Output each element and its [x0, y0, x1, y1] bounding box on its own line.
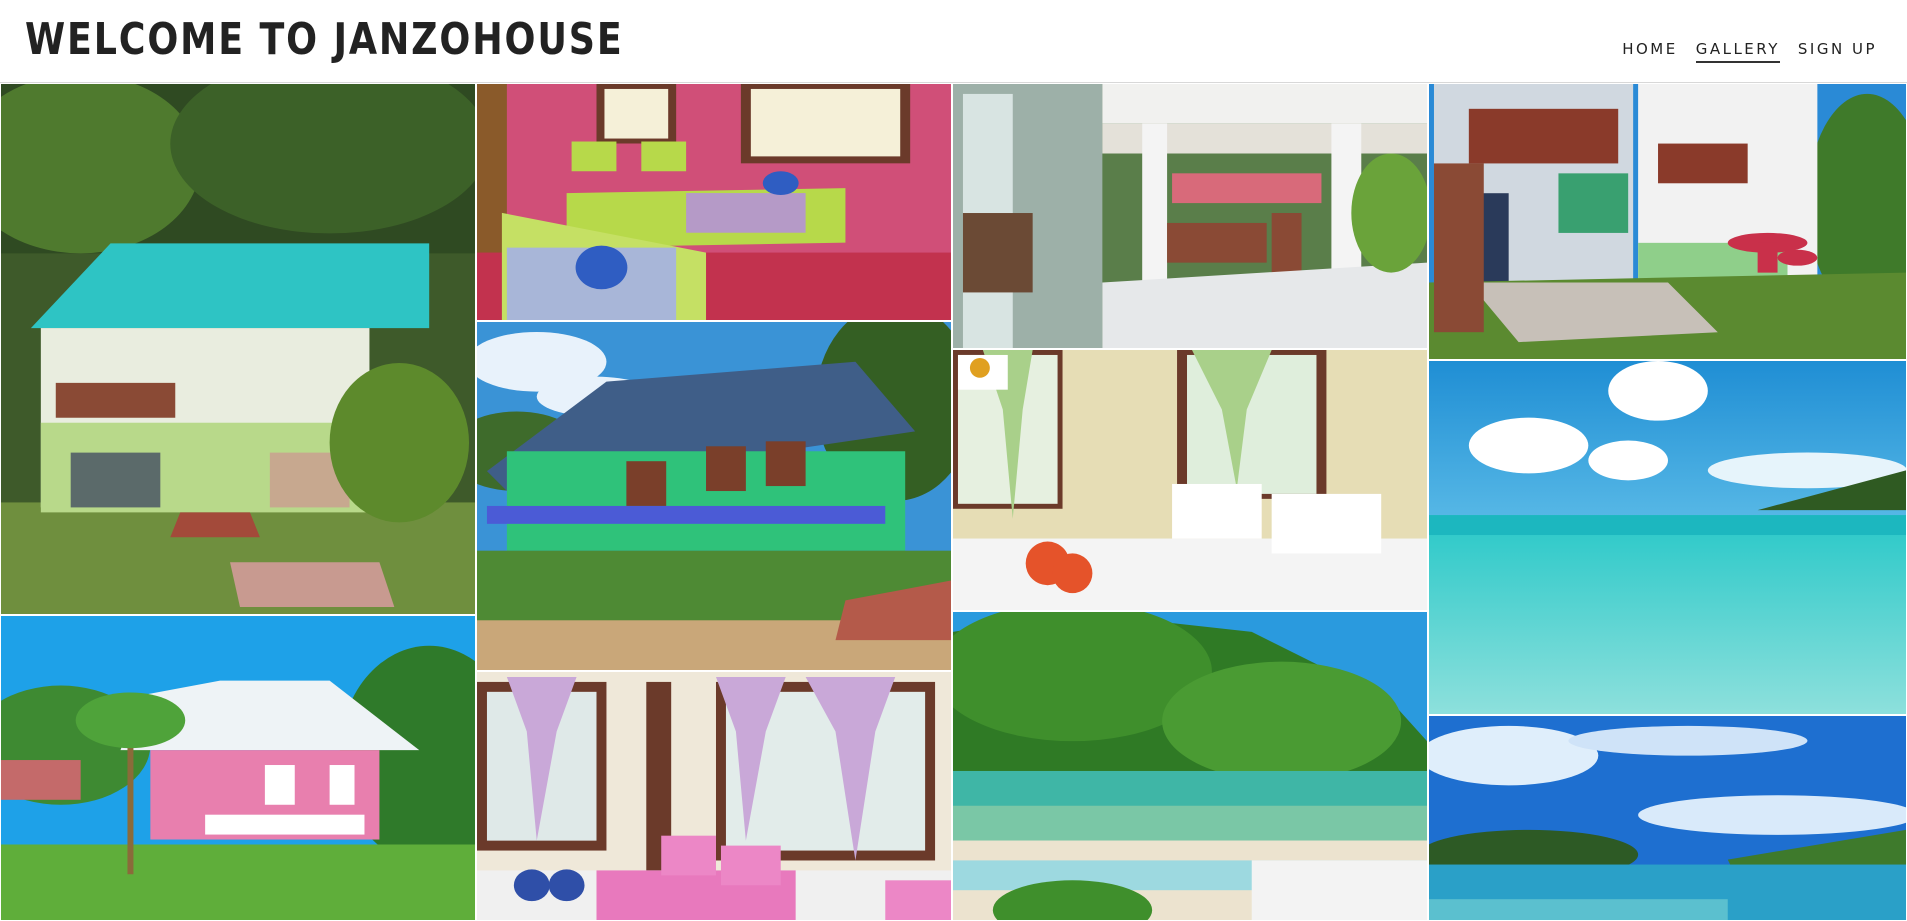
photo-bedroom-lilac-curtains[interactable] [476, 671, 952, 921]
photo-white-veranda-gazebo[interactable] [952, 83, 1428, 349]
photo-jungle-island-lagoon[interactable] [952, 611, 1428, 921]
nav-home-link[interactable]: HOME [1622, 40, 1678, 63]
photo-cream-bedroom-white-bed[interactable] [952, 349, 1428, 611]
photo-bay-islands-blue-sky[interactable] [1428, 715, 1907, 921]
photo-green-bungalow-turquoise-roof[interactable] [0, 83, 476, 615]
site-title: WELCOME TO JANZOHOUSE [25, 14, 624, 65]
nav-gallery-link[interactable]: GALLERY [1695, 40, 1780, 63]
site-header: WELCOME TO JANZOHOUSE HOME GALLERY SIGN … [0, 0, 1907, 83]
main-nav: HOME GALLERY SIGN UP [1622, 40, 1877, 63]
photo-pink-bedroom-two-beds[interactable] [476, 83, 952, 321]
photo-underwater-sea-sky[interactable] [1428, 360, 1907, 715]
nav-signup-link[interactable]: SIGN UP [1798, 40, 1877, 63]
photo-pink-house-palm[interactable] [0, 615, 476, 921]
photo-green-house-blue-roof[interactable] [476, 321, 952, 671]
photo-two-storey-houses-garden[interactable] [1428, 83, 1907, 360]
photo-gallery [0, 83, 1907, 921]
